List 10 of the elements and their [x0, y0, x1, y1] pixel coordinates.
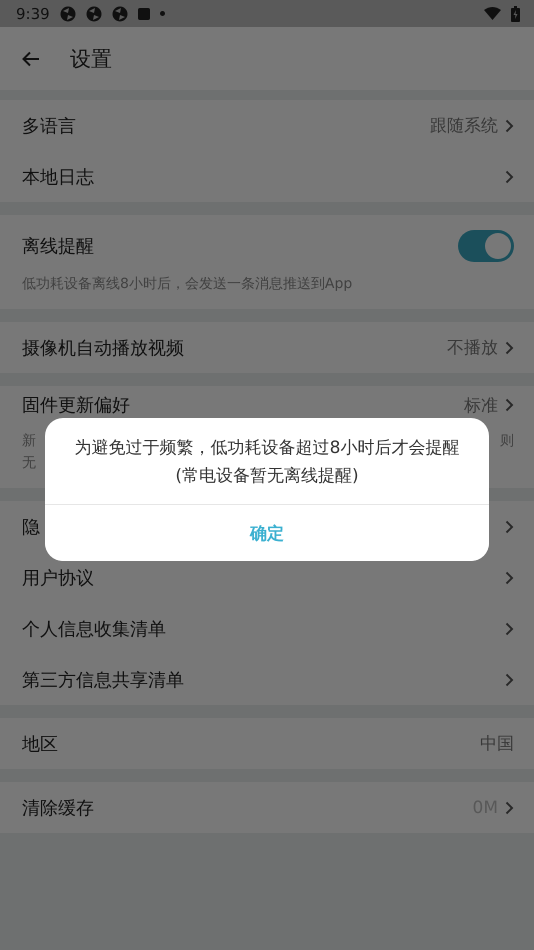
status-time: 9:39	[16, 4, 50, 22]
setting-label: 离线提醒	[22, 235, 95, 258]
setting-description: 低功耗设备离线8小时后，会发送一条消息推送到App	[21, 275, 354, 294]
dialog-message: 为避免过于频繁，低功耗设备超过8小时后才会提醒 (常电设备暂无离线提醒)	[74, 437, 460, 488]
setting-label: 固件更新偏好	[22, 394, 131, 417]
page-title: 设置	[70, 46, 112, 72]
setting-description: 无	[22, 454, 36, 473]
setting-value: 标准	[464, 394, 498, 416]
setting-description: 新	[22, 432, 36, 451]
setting-description: 则	[500, 432, 514, 451]
